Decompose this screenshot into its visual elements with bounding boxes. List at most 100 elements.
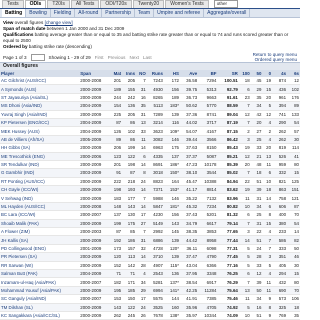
player-link[interactable]: ME Trescothick (ENG) (0, 152, 80, 161)
stat-tab[interactable]: Aggregate/overall (204, 9, 251, 17)
column-header[interactable]: Mat (109, 70, 123, 77)
player-link[interactable]: A Flower (ZIM) (0, 227, 80, 237)
table-cell: 16 (250, 303, 263, 312)
table-cell: 5 (238, 261, 251, 271)
player-link[interactable]: A Symonds (AUS) (0, 84, 80, 94)
table-cell: 146 (163, 135, 180, 145)
player-link[interactable]: Salman Butt (PAK) (0, 269, 80, 279)
table-cell: 45.32 (179, 202, 199, 212)
table-cell: 9 (262, 311, 273, 320)
stat-tab[interactable]: Umpire and referee (154, 9, 205, 17)
format-tab[interactable]: ODI/T20s (100, 0, 132, 8)
table-cell: 5 (238, 252, 251, 262)
format-tab[interactable]: Twenty20 (132, 0, 165, 8)
player-link[interactable]: Yuvraj Singh (Asia/IND) (0, 110, 80, 119)
player-link[interactable]: Inzamam-ul-Haq (Asia/PAK) (0, 277, 80, 287)
table-cell: 43.04 (179, 261, 199, 271)
change-view-link[interactable]: [change view] (45, 20, 73, 25)
table-cell: 189 (163, 93, 180, 103)
stat-tab[interactable]: Fielding (51, 9, 76, 17)
column-header[interactable]: BF (198, 70, 218, 77)
player-link[interactable]: Mohammad Yousuf (Asia/PAK) (0, 286, 80, 296)
last-button[interactable]: Last (143, 55, 152, 60)
table-row: MS Dhoni (Asia/IND) 2004-2009 154 136 35 5113… (0, 101, 300, 111)
stat-tab[interactable]: Team (135, 9, 155, 17)
table-cell: 11 (238, 193, 251, 203)
player-link[interactable]: PD Collingwood (ENG) (0, 244, 80, 254)
table-cell: 606 (272, 202, 288, 212)
table-cell: 34 (250, 294, 263, 304)
other-select[interactable]: other (213, 0, 239, 8)
stat-tab[interactable]: Bowling (26, 9, 51, 17)
table-row: SR Tendulkar (IND) 2000-2009 201 198 14 8691 1… (0, 160, 300, 170)
table-cell: 18 (262, 185, 273, 195)
stat-tab[interactable]: Partnership (102, 9, 135, 17)
player-link[interactable]: MEK Hussey (AUS) (0, 126, 80, 136)
column-header[interactable]: Player (0, 70, 80, 77)
stat-tab[interactable]: All-round (75, 9, 103, 17)
ordered-menu-link[interactable]: Ordered query menu (253, 57, 297, 62)
table-cell: 30 (287, 135, 300, 145)
table-cell: 150 (122, 294, 137, 304)
table-cell: 7 (238, 277, 251, 287)
table-cell: 2004-2009 (79, 269, 110, 279)
table-cell: 13 (262, 152, 273, 161)
player-link[interactable]: MS Dhoni (Asia/IND) (0, 101, 80, 111)
column-header[interactable]: Span (79, 70, 110, 77)
player-link[interactable]: CH Gayle (ICC/WI) (0, 185, 80, 195)
table-row: Salman Butt (PAK) 2004-2009 71 71 4 2543 136 37… (0, 269, 300, 279)
table-cell: 37.95 (179, 269, 199, 279)
column-header[interactable]: 50 (250, 70, 263, 77)
previous-button[interactable]: Previous (108, 55, 126, 60)
player-link[interactable]: SC Ganguly (Asia/IND) (0, 294, 80, 304)
table-cell: 85.02 (217, 168, 239, 178)
player-link[interactable]: RR Sarwan (WI) (0, 261, 80, 271)
format-tab[interactable]: All Tests (70, 0, 100, 8)
table-row: Yuvraj Singh (Asia/IND) 2000-2009 225 205 31… (0, 110, 300, 119)
format-tab[interactable]: ODIs (24, 0, 47, 8)
player-link[interactable]: V Sehwag (IND) (0, 193, 80, 203)
column-header[interactable]: Runs (146, 70, 164, 77)
player-link[interactable]: TM Dilshan (SL) (0, 303, 80, 312)
table-cell: 11 (136, 135, 147, 145)
stat-tab[interactable]: Batting (2, 9, 27, 17)
table-row: TM Dilshan (SL) 2000-2009 143 122 24 3525 160 3… (0, 303, 300, 312)
column-header[interactable]: HS (163, 70, 180, 77)
player-link[interactable]: SR Tendulkar (IND) (0, 160, 80, 170)
column-header[interactable]: Ave (179, 70, 199, 77)
column-header[interactable]: 0 (262, 70, 273, 77)
next-button[interactable]: Next (129, 55, 138, 60)
column-header[interactable]: Inns (122, 70, 137, 77)
player-link[interactable]: RT Ponting (AUS/ICC) (0, 177, 80, 187)
format-tab[interactable]: T20Is (47, 0, 70, 8)
player-link[interactable]: G Gambhir (IND) (0, 168, 80, 178)
player-link[interactable]: JH Kallis (SA) (0, 235, 80, 245)
first-button[interactable]: First (95, 55, 104, 60)
table-cell: 380 (272, 219, 288, 229)
table-cell: 120* (163, 244, 180, 254)
player-link[interactable]: ST Jayasuriya (Asia/SL) (0, 93, 80, 103)
player-link[interactable]: AB de Villiers (Afr/SA) (0, 135, 80, 145)
column-header[interactable]: SR (217, 70, 239, 77)
page-input[interactable] (30, 53, 45, 61)
column-header[interactable]: 100 (238, 70, 251, 77)
column-header[interactable]: NO (136, 70, 147, 77)
table-cell: 151 (287, 185, 300, 195)
player-link[interactable]: HH Gibbs (SA) (0, 143, 80, 153)
column-header[interactable]: 6s (287, 70, 300, 77)
table-cell: 12 (250, 269, 263, 279)
format-tab[interactable]: Tests (2, 0, 24, 8)
table-cell: 262 (272, 135, 288, 145)
table-cell: 2 (238, 126, 251, 136)
player-link[interactable]: Shoaib Malik (PAK) (0, 219, 80, 229)
format-tab[interactable]: Women's Tests (165, 0, 209, 8)
table-cell: 244 (109, 93, 123, 103)
player-link[interactable]: KC Sangakkara (Asia/ICC/SL) (0, 311, 80, 320)
table-cell: 7 (136, 193, 147, 203)
player-link[interactable]: KP Pietersen (ENG/ICC) (0, 118, 80, 128)
player-link[interactable]: PR Pietersen (SA) (0, 252, 80, 262)
player-link[interactable]: ML Hayden (AUS/ICC) (0, 202, 80, 212)
player-link[interactable]: AC Gilchrist (AUS/ICC) (0, 77, 80, 86)
player-link[interactable]: BC Lara (ICC/WI) (0, 210, 80, 220)
column-header[interactable]: 4s (272, 70, 288, 77)
